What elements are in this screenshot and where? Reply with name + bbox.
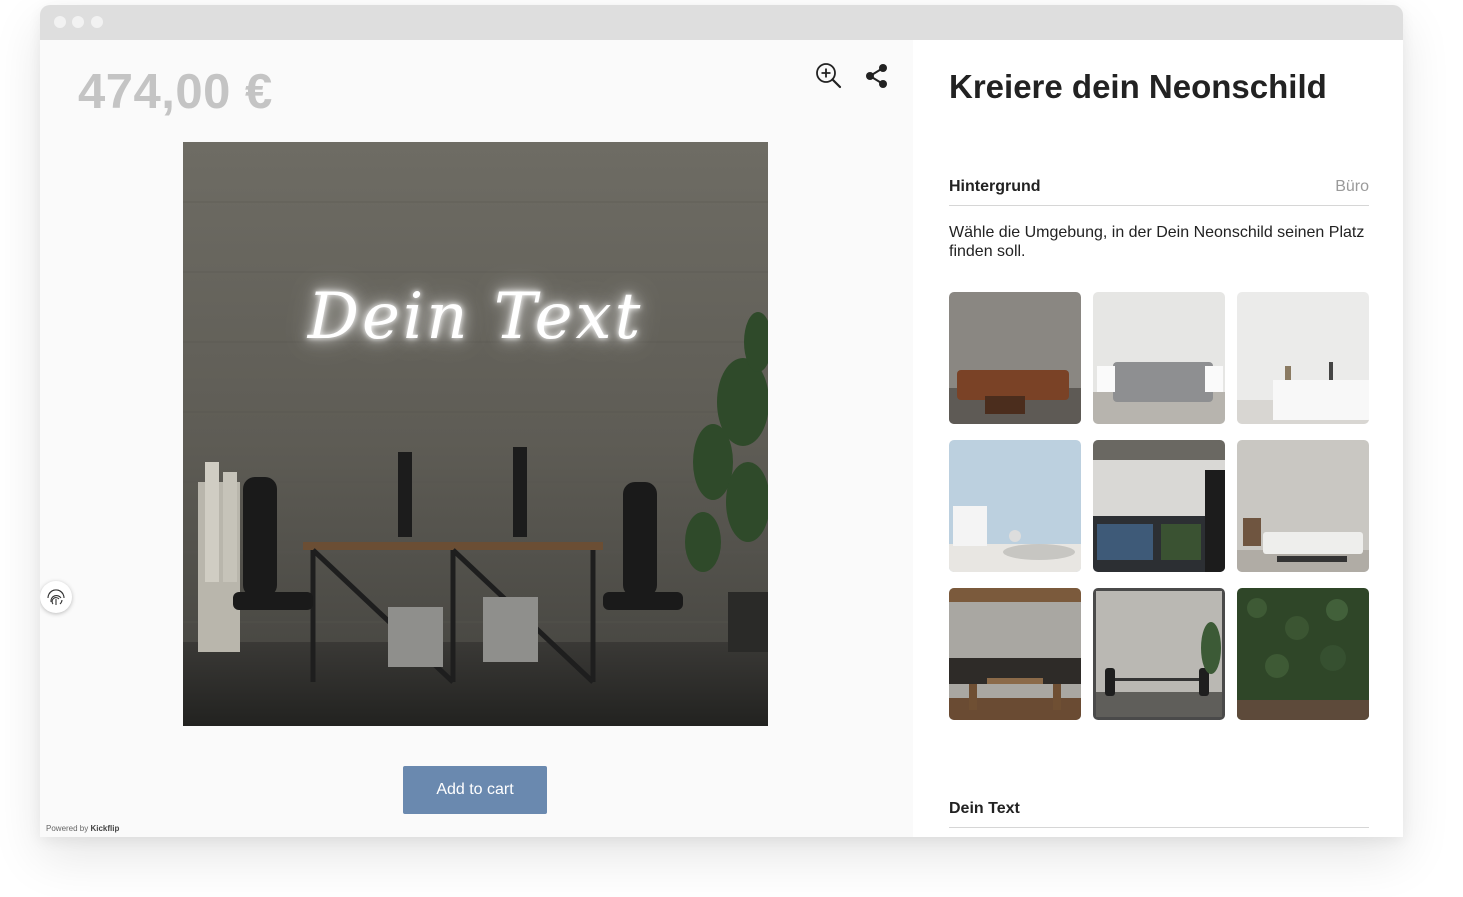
- background-option-living-room[interactable]: [1237, 440, 1369, 572]
- section-background-header[interactable]: Hintergrund Büro: [949, 178, 1369, 206]
- background-option-concrete-sofa[interactable]: [949, 292, 1081, 424]
- background-options-grid: [949, 292, 1369, 720]
- neon-text-preview: Dein Text: [307, 280, 644, 354]
- background-option-kids-room[interactable]: [949, 440, 1081, 572]
- fingerprint-icon[interactable]: [40, 581, 72, 613]
- window-dot: [91, 16, 103, 28]
- powered-by-label: Powered by: [46, 824, 89, 833]
- section-label: Dein Text: [949, 800, 1020, 817]
- office-scene-image: [183, 142, 768, 726]
- window-dot: [72, 16, 84, 28]
- share-icon[interactable]: [861, 60, 893, 92]
- window-titlebar: [40, 5, 1403, 40]
- section-label: Hintergrund: [949, 178, 1041, 195]
- background-option-kitchen[interactable]: [1237, 292, 1369, 424]
- section-selected-value: Büro: [1335, 178, 1369, 195]
- product-price: 474,00 €: [78, 65, 273, 119]
- browser-window: 474,00 € Dein Text Add to cart Powered b…: [40, 5, 1403, 837]
- background-option-restaurant[interactable]: [949, 588, 1081, 720]
- window-dot: [54, 16, 66, 28]
- section-text-header[interactable]: Dein Text: [949, 800, 1369, 828]
- neon-sign-preview: Dein Text: [183, 142, 768, 726]
- background-option-office[interactable]: [1093, 588, 1225, 720]
- panel-title: Kreiere dein Neonschild: [949, 68, 1327, 105]
- add-to-cart-button[interactable]: Add to cart: [403, 766, 547, 814]
- product-preview-area: 474,00 € Dein Text Add to cart Powered b…: [40, 40, 913, 837]
- section-description: Wähle die Umgebung, in der Dein Neonschi…: [949, 224, 1365, 260]
- powered-by-brand[interactable]: Kickflip: [90, 824, 119, 833]
- powered-by[interactable]: Powered by Kickflip: [46, 824, 119, 833]
- zoom-in-icon[interactable]: [813, 60, 845, 92]
- configurator-panel: Kreiere dein Neonschild Hintergrund Büro…: [913, 40, 1403, 837]
- background-option-bedroom[interactable]: [1093, 292, 1225, 424]
- background-option-green-wall[interactable]: [1237, 588, 1369, 720]
- background-option-workshop[interactable]: [1093, 440, 1225, 572]
